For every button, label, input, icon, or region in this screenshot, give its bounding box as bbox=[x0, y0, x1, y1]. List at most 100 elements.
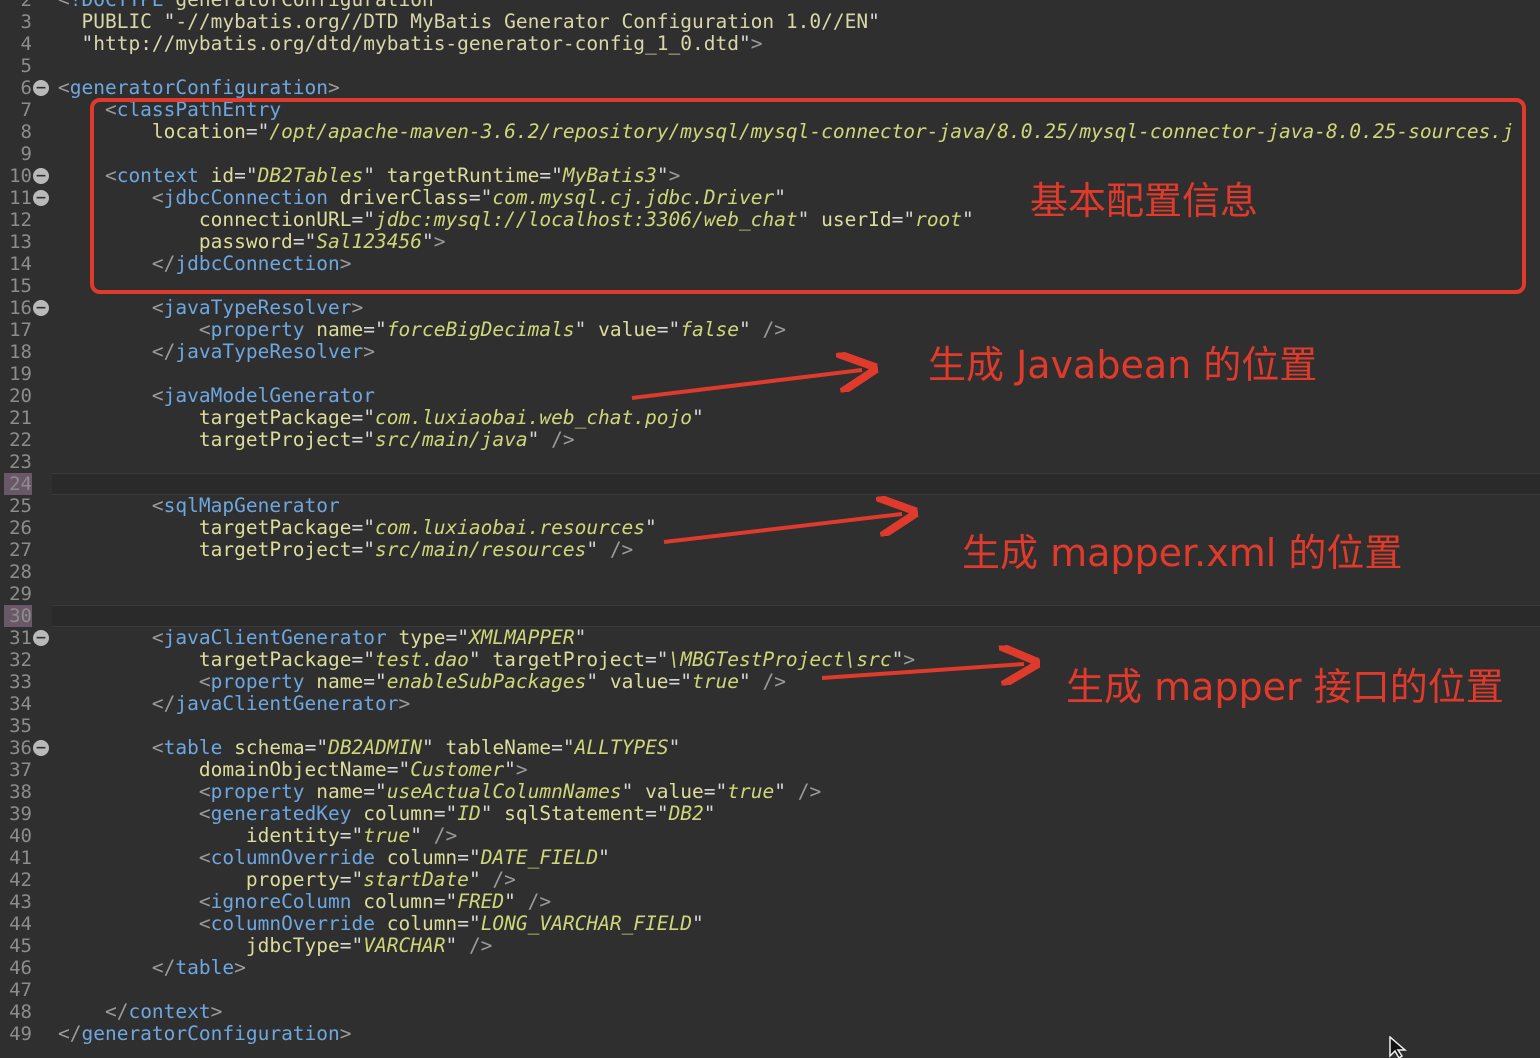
code-token: LONG_VARCHAR_FIELD bbox=[480, 912, 693, 935]
code-line[interactable]: <sqlMapGenerator bbox=[58, 495, 340, 517]
code-token: name bbox=[316, 670, 364, 693]
code-token: " bbox=[551, 164, 563, 187]
code-line[interactable]: property="startDate" /> bbox=[58, 869, 516, 891]
code-token: " bbox=[163, 10, 176, 33]
javabean-location-label: 生成 Javabean 的位置 bbox=[928, 343, 1318, 387]
line-number: 23 bbox=[9, 451, 32, 473]
code-token: property bbox=[210, 670, 317, 693]
code-token: = bbox=[386, 758, 399, 781]
code-token: " bbox=[668, 736, 681, 759]
code-token: " bbox=[375, 780, 387, 803]
code-token: DB2Tables bbox=[257, 164, 364, 187]
code-line[interactable]: <context id="DB2Tables" targetRuntime="M… bbox=[58, 165, 680, 187]
code-token: > bbox=[433, 230, 446, 253]
line-number: 48 bbox=[9, 1001, 32, 1023]
fold-toggle-icon[interactable]: − bbox=[33, 168, 49, 184]
code-token: " bbox=[715, 780, 728, 803]
fold-toggle-icon[interactable]: − bbox=[33, 300, 49, 316]
code-token: < bbox=[58, 98, 117, 121]
code-token: > bbox=[750, 32, 763, 55]
code-token: " bbox=[445, 890, 458, 913]
code-line[interactable]: targetProject="src/main/resources" /> bbox=[58, 539, 633, 561]
line-number: 7 bbox=[20, 99, 32, 121]
code-token: = bbox=[551, 736, 563, 759]
code-token: < bbox=[58, 164, 117, 187]
code-token: javaModelGenerator bbox=[163, 384, 375, 407]
code-token: " bbox=[363, 428, 375, 451]
code-line[interactable]: jdbcType="VARCHAR" /> bbox=[58, 935, 493, 957]
code-line[interactable]: targetProject="src/main/java" /> bbox=[58, 429, 575, 451]
code-token: " bbox=[868, 10, 880, 33]
code-token: = bbox=[351, 208, 364, 231]
code-token: javaTypeResolver bbox=[175, 340, 364, 363]
fold-toggle-icon[interactable]: − bbox=[33, 80, 49, 96]
code-line[interactable]: </jdbcConnection> bbox=[58, 253, 352, 275]
code-token: column bbox=[363, 802, 434, 825]
code-token: ignoreColumn bbox=[210, 890, 364, 913]
code-token: = bbox=[433, 802, 446, 825]
mapper-xml-location-label: 生成 mapper.xml 的位置 bbox=[962, 531, 1403, 575]
code-line[interactable]: <property name="useActualColumnNames" va… bbox=[58, 781, 821, 803]
code-token: = bbox=[339, 868, 352, 891]
code-token: \MBGTestProject\src bbox=[668, 648, 892, 671]
code-token: > bbox=[328, 76, 340, 99]
code-token: " bbox=[58, 32, 94, 55]
code-line[interactable]: <ignoreColumn column="FRED" /> bbox=[58, 891, 551, 913]
fold-toggle-icon[interactable]: − bbox=[33, 630, 49, 646]
code-token: < bbox=[58, 626, 164, 649]
code-token: > bbox=[339, 252, 352, 275]
code-line[interactable]: <jdbcConnection driverClass="com.mysql.c… bbox=[58, 187, 786, 209]
code-token: type bbox=[398, 626, 446, 649]
code-line[interactable]: <classPathEntry bbox=[58, 99, 281, 121]
code-line[interactable]: <property name="enableSubPackages" value… bbox=[58, 671, 786, 693]
line-number: 6 bbox=[20, 77, 32, 99]
code-line[interactable]: <generatedKey column="ID" sqlStatement="… bbox=[58, 803, 716, 825]
code-line[interactable]: </javaClientGenerator> bbox=[58, 693, 410, 715]
code-token: " bbox=[316, 736, 329, 759]
line-number: 24 bbox=[9, 473, 32, 495]
code-line[interactable]: </javaTypeResolver> bbox=[58, 341, 375, 363]
line-number: 34 bbox=[9, 693, 32, 715]
code-token: " bbox=[410, 824, 434, 847]
code-line[interactable]: "http://mybatis.org/dtd/mybatis-generato… bbox=[58, 33, 762, 55]
code-line[interactable]: location="/opt/apache-maven-3.6.2/reposi… bbox=[58, 121, 1514, 143]
code-token: " bbox=[903, 208, 916, 231]
code-token: column bbox=[363, 890, 434, 913]
code-line[interactable]: connectionURL="jdbc:mysql://localhost:33… bbox=[58, 209, 974, 231]
code-token: " bbox=[468, 846, 481, 869]
code-line[interactable]: identity="true" /> bbox=[58, 825, 457, 847]
code-token: = bbox=[645, 648, 657, 671]
code-line[interactable]: <table schema="DB2ADMIN" tableName="ALLT… bbox=[58, 737, 680, 759]
code-line[interactable]: <javaTypeResolver> bbox=[58, 297, 363, 319]
code-token: < bbox=[58, 494, 164, 517]
code-token: Sal123456 bbox=[316, 230, 422, 253]
code-token: targetProject bbox=[58, 538, 352, 561]
code-token: " bbox=[656, 164, 669, 187]
code-line[interactable]: <javaClientGenerator type="XMLMAPPER" bbox=[58, 627, 586, 649]
code-line[interactable]: <columnOverride column="DATE_FIELD" bbox=[58, 847, 610, 869]
code-token: " bbox=[457, 626, 469, 649]
code-token: < bbox=[58, 76, 70, 99]
mapper-interface-location-label: 生成 mapper 接口的位置 bbox=[1066, 665, 1504, 709]
code-token: = bbox=[351, 428, 364, 451]
code-token: /> bbox=[527, 890, 552, 913]
code-line[interactable]: </generatorConfiguration> bbox=[58, 1023, 352, 1045]
code-line[interactable]: </table> bbox=[58, 957, 246, 979]
code-token: /> bbox=[433, 824, 458, 847]
code-token: < bbox=[58, 318, 211, 341]
code-line[interactable]: targetPackage="com.luxiaobai.web_chat.po… bbox=[58, 407, 704, 429]
code-line[interactable]: targetPackage="test.dao" targetProject="… bbox=[58, 649, 915, 671]
code-line[interactable]: domainObjectName="Customer"> bbox=[58, 759, 528, 781]
code-line[interactable]: <javaModelGenerator bbox=[58, 385, 375, 407]
code-line[interactable]: password="Sal123456"> bbox=[58, 230, 446, 253]
code-line[interactable]: <property name="forceBigDecimals" value=… bbox=[58, 319, 786, 341]
fold-toggle-icon[interactable]: − bbox=[33, 190, 49, 206]
code-line[interactable]: targetPackage="com.luxiaobai.resources" bbox=[58, 517, 657, 539]
code-line[interactable]: </context> bbox=[58, 1001, 222, 1023]
fold-toggle-icon[interactable]: − bbox=[33, 740, 49, 756]
line-number: 39 bbox=[9, 803, 32, 825]
code-token: " bbox=[574, 626, 587, 649]
code-line[interactable]: <columnOverride column="LONG_VARCHAR_FIE… bbox=[58, 913, 704, 935]
code-line[interactable]: <generatorConfiguration> bbox=[58, 77, 340, 99]
code-line[interactable]: PUBLIC "-//mybatis.org//DTD MyBatis Gene… bbox=[58, 10, 880, 33]
